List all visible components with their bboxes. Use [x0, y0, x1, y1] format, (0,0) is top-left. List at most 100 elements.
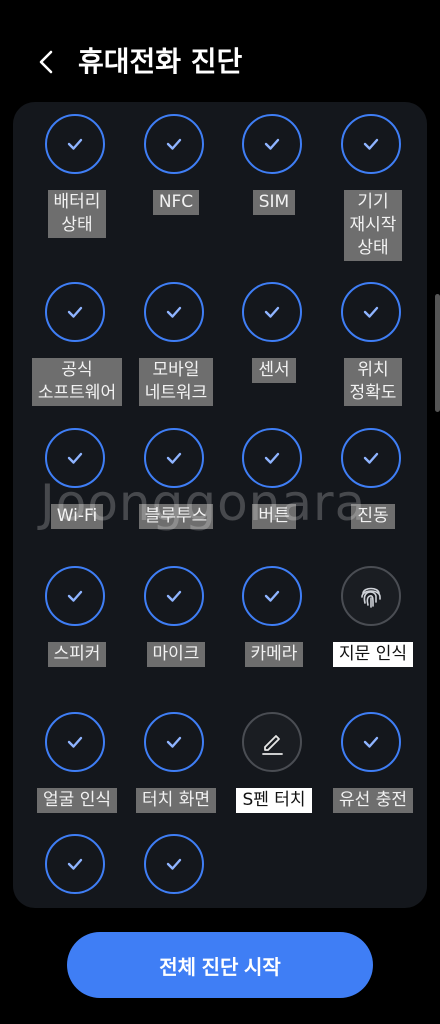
- check-icon: [363, 138, 379, 150]
- check-icon: [264, 590, 280, 602]
- check-icon: [264, 452, 280, 464]
- diagnostic-label: 블루투스: [138, 504, 214, 529]
- diagnostic-label-wrap: 스피커: [28, 642, 126, 667]
- diagnostic-item[interactable]: NFC: [127, 102, 225, 268]
- check-icon: [166, 590, 182, 602]
- diagnostic-label-wrap: NFC: [127, 190, 225, 215]
- diagnostic-label-wrap: 얼굴 인식: [28, 788, 126, 813]
- fingerprint-icon: [361, 587, 381, 608]
- diagnostic-label-wrap: 진동: [324, 504, 422, 529]
- app-header: 휴대전화 진단: [0, 0, 440, 100]
- status-circle[interactable]: [45, 712, 105, 772]
- diagnostic-label: 유선 충전: [333, 788, 413, 813]
- diagnostic-item[interactable]: S펜 터치: [225, 700, 323, 866]
- check-icon: [67, 590, 83, 602]
- status-circle[interactable]: [144, 834, 204, 894]
- diagnostic-item[interactable]: 마이크: [127, 554, 225, 720]
- diagnostic-label-wrap: 버튼: [225, 504, 323, 529]
- diagnostic-item[interactable]: [28, 822, 126, 908]
- status-circle[interactable]: [45, 566, 105, 626]
- status-circle[interactable]: [341, 712, 401, 772]
- diagnostic-label: S펜 터치: [236, 788, 312, 813]
- status-circle[interactable]: [45, 428, 105, 488]
- diagnostic-label: 마이크: [146, 642, 206, 667]
- status-circle[interactable]: [242, 712, 302, 772]
- diagnostic-label-wrap: 센서: [225, 358, 323, 383]
- scrollbar[interactable]: [435, 294, 440, 412]
- check-icon: [166, 306, 182, 318]
- diagnostic-item[interactable]: 지문 인식: [324, 554, 422, 720]
- check-icon: [67, 306, 83, 318]
- diagnostic-label: 터치 화면: [136, 788, 216, 813]
- diagnostic-label: 모바일 네트워크: [138, 358, 214, 406]
- status-circle[interactable]: [144, 282, 204, 342]
- diagnostic-item[interactable]: 센서: [225, 270, 323, 436]
- status-circle[interactable]: [144, 712, 204, 772]
- status-circle[interactable]: [341, 282, 401, 342]
- diagnostic-label: 배터리 상태: [47, 190, 107, 238]
- diagnostic-label-wrap: 공식 소프트웨어: [28, 358, 126, 406]
- diagnostic-label-wrap: 위치 정확도: [324, 358, 422, 406]
- diagnostic-label-wrap: SIM: [225, 190, 323, 215]
- diagnostic-item[interactable]: 모바일 네트워크: [127, 270, 225, 436]
- diagnostic-item[interactable]: 스피커: [28, 554, 126, 720]
- diagnostic-item[interactable]: 유선 충전: [324, 700, 422, 866]
- diagnostic-label-wrap: 기기 재시작 상태: [324, 190, 422, 261]
- diagnostic-label: 진동: [351, 504, 395, 529]
- diagnostic-label-wrap: 유선 충전: [324, 788, 422, 813]
- status-circle[interactable]: [144, 428, 204, 488]
- check-icon: [166, 452, 182, 464]
- diagnostic-label-wrap: 지문 인식: [324, 642, 422, 667]
- diagnostic-item[interactable]: 공식 소프트웨어: [28, 270, 126, 436]
- diagnostic-label-wrap: 배터리 상태: [28, 190, 126, 238]
- diagnostic-label: 얼굴 인식: [37, 788, 117, 813]
- diagnostic-label: Wi-Fi: [50, 504, 104, 529]
- diagnostic-label: 위치 정확도: [343, 358, 403, 406]
- status-circle[interactable]: [242, 114, 302, 174]
- status-circle[interactable]: [242, 566, 302, 626]
- status-circle[interactable]: [341, 114, 401, 174]
- check-icon: [363, 306, 379, 318]
- diagnostic-item[interactable]: [127, 822, 225, 908]
- diagnostic-item[interactable]: 위치 정확도: [324, 270, 422, 436]
- status-circle[interactable]: [242, 428, 302, 488]
- diagnostic-item[interactable]: 배터리 상태: [28, 102, 126, 268]
- status-circle[interactable]: [45, 834, 105, 894]
- status-circle[interactable]: [45, 282, 105, 342]
- back-button[interactable]: [26, 42, 66, 82]
- check-icon: [363, 452, 379, 464]
- diagnostic-label-wrap: Wi-Fi: [28, 504, 126, 529]
- diagnostic-item[interactable]: SIM: [225, 102, 323, 268]
- check-icon: [67, 138, 83, 150]
- status-circle[interactable]: [341, 566, 401, 626]
- diagnostic-label-wrap: 카메라: [225, 642, 323, 667]
- status-circle[interactable]: [341, 428, 401, 488]
- diagnostic-label: 센서: [252, 358, 296, 383]
- check-icon: [67, 736, 83, 748]
- diagnostic-label: 기기 재시작 상태: [343, 190, 403, 261]
- diagnostic-label-wrap: 마이크: [127, 642, 225, 667]
- diagnostic-label-wrap: 모바일 네트워크: [127, 358, 225, 406]
- check-icon: [166, 138, 182, 150]
- chevron-left-icon: [39, 50, 53, 74]
- check-icon: [363, 736, 379, 748]
- status-circle[interactable]: [144, 566, 204, 626]
- pen-icon: [262, 735, 283, 755]
- diagnostic-label: SIM: [252, 190, 296, 215]
- diagnostic-label: NFC: [152, 190, 200, 215]
- status-circle[interactable]: [242, 282, 302, 342]
- diagnostic-label-wrap: 블루투스: [127, 504, 225, 529]
- status-circle[interactable]: [45, 114, 105, 174]
- start-full-diagnosis-button[interactable]: 전체 진단 시작: [67, 932, 373, 998]
- diagnostic-item[interactable]: 기기 재시작 상태: [324, 102, 422, 268]
- status-circle[interactable]: [144, 114, 204, 174]
- diagnostic-label: 버튼: [252, 504, 296, 529]
- diagnostic-item[interactable]: 카메라: [225, 554, 323, 720]
- diagnostic-label: 카메라: [244, 642, 304, 667]
- diagnostic-label-wrap: S펜 터치: [225, 788, 323, 813]
- diagnostics-panel: 배터리 상태 NFC SIM 기기 재시작 상태공식 소프트웨어 모바일 네트워크 센서 위…: [13, 102, 427, 908]
- check-icon: [264, 306, 280, 318]
- check-icon: [67, 452, 83, 464]
- diagnostic-label-wrap: 터치 화면: [127, 788, 225, 813]
- check-icon: [166, 736, 182, 748]
